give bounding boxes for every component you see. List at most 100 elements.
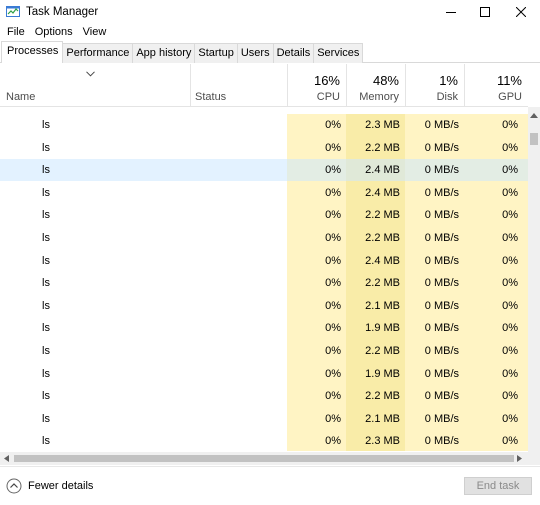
table-row[interactable]: ls 0% 2.4 MB 0 MB/s 0% — [0, 250, 528, 272]
menu-options[interactable]: Options — [30, 24, 78, 42]
process-name: ls — [42, 345, 50, 357]
process-gpu-value: 0% — [502, 299, 518, 312]
table-row[interactable]: ls 0% 2.4 MB 0 MB/s 0% — [0, 159, 528, 182]
tab-users[interactable]: Users — [236, 43, 274, 63]
process-name: ls — [42, 390, 50, 403]
tab-startup[interactable]: Startup — [194, 43, 238, 63]
table-row[interactable]: ls 0% 2.2 MB 0 MB/s 0% — [0, 340, 528, 362]
minimize-icon — [446, 12, 456, 13]
process-disk-value: 0 MB/s — [424, 299, 459, 312]
process-cpu-value: 0% — [325, 435, 341, 448]
process-cpu-value: 0% — [325, 119, 341, 131]
process-gpu-value: 0% — [502, 186, 518, 199]
column-header-cpu[interactable]: 16% CPU — [287, 64, 346, 107]
scroll-up-arrow-icon[interactable] — [530, 113, 538, 118]
menu-view[interactable]: View — [78, 24, 112, 42]
column-status-label: Status — [195, 91, 227, 103]
process-disk-value: 0 MB/s — [424, 254, 459, 267]
table-row[interactable]: ls 0% 2.2 MB 0 MB/s 0% — [0, 385, 528, 407]
process-gpu-value: 0% — [502, 412, 518, 425]
minimize-button[interactable] — [434, 0, 468, 24]
column-header-disk[interactable]: 1% Disk — [405, 64, 464, 107]
table-row[interactable]: ls 0% 1.9 MB 0 MB/s 0% — [0, 363, 528, 385]
footer: Fewer details End task — [0, 466, 540, 505]
column-disk-label: Disk — [436, 91, 458, 103]
process-cpu-value: 0% — [325, 232, 341, 244]
tab-performance[interactable]: Performance — [62, 43, 134, 63]
collapse-up-icon — [6, 478, 22, 494]
maximize-button[interactable] — [468, 0, 502, 24]
process-gpu-value: 0% — [502, 254, 518, 267]
process-disk-value: 0 MB/s — [424, 345, 459, 357]
table-row[interactable]: ls 0% 2.2 MB 0 MB/s 0% — [0, 204, 528, 226]
table-row[interactable]: ls 0% 2.2 MB 0 MB/s 0% — [0, 137, 528, 159]
column-header-gpu[interactable]: 11% GPU — [464, 64, 528, 107]
vertical-scrollbar[interactable] — [528, 107, 540, 452]
process-list: ls 0% 2.3 MB 0 MB/s 0% ls 0% 2.2 MB 0 MB/s 0% ls 0%… — [0, 114, 528, 451]
table-row[interactable]: ls 0% 2.3 MB 0 MB/s 0% — [0, 114, 528, 136]
process-memory-value: 2.4 MB — [365, 254, 400, 267]
process-memory-value: 2.4 MB — [365, 164, 400, 177]
process-memory-value: 2.2 MB — [365, 232, 400, 244]
process-cpu-value: 0% — [325, 299, 341, 312]
process-gpu-value: 0% — [502, 141, 518, 154]
process-name: ls — [42, 299, 50, 312]
tab-processes[interactable]: Processes — [1, 41, 64, 63]
process-memory-value: 1.9 MB — [365, 322, 400, 335]
menu-bar: File Options View — [0, 24, 540, 42]
process-disk-value: 0 MB/s — [424, 141, 459, 154]
process-memory-value: 2.3 MB — [365, 119, 400, 131]
process-disk-value: 0 MB/s — [424, 390, 459, 403]
process-name: ls — [42, 209, 50, 222]
scroll-left-arrow-icon[interactable] — [4, 455, 9, 462]
window-title: Task Manager — [26, 6, 99, 18]
fewer-details-button[interactable]: Fewer details — [6, 478, 93, 494]
table-row[interactable]: ls 0% 2.3 MB 0 MB/s 0% — [0, 430, 528, 451]
table-row[interactable]: ls 0% 2.2 MB 0 MB/s 0% — [0, 272, 528, 294]
process-memory-value: 2.3 MB — [365, 435, 400, 448]
menu-file[interactable]: File — [2, 24, 30, 42]
process-memory-value: 2.2 MB — [365, 141, 400, 154]
table-row[interactable]: ls 0% 2.1 MB 0 MB/s 0% — [0, 295, 528, 317]
process-disk-value: 0 MB/s — [424, 412, 459, 425]
process-name: ls — [42, 164, 50, 177]
table-row[interactable]: ls 0% 2.1 MB 0 MB/s 0% — [0, 408, 528, 430]
process-name: ls — [42, 141, 50, 154]
process-cpu-value: 0% — [325, 254, 341, 267]
horizontal-scroll-thumb[interactable] — [14, 455, 514, 462]
process-name: ls — [42, 435, 50, 448]
process-cpu-value: 0% — [325, 322, 341, 335]
process-memory-value: 2.2 MB — [365, 390, 400, 403]
process-name: ls — [42, 322, 50, 335]
tab-app-history[interactable]: App history — [132, 43, 196, 63]
vertical-scroll-thumb[interactable] — [530, 133, 538, 145]
process-disk-value: 0 MB/s — [424, 119, 459, 131]
process-gpu-value: 0% — [502, 367, 518, 380]
process-cpu-value: 0% — [325, 164, 341, 177]
process-disk-value: 0 MB/s — [424, 367, 459, 380]
tab-details[interactable]: Details — [272, 43, 315, 63]
process-gpu-value: 0% — [502, 119, 518, 131]
column-header-name[interactable]: Name — [0, 64, 190, 107]
table-row[interactable]: ls 0% 2.2 MB 0 MB/s 0% — [0, 227, 528, 249]
close-button[interactable] — [504, 0, 538, 24]
process-memory-value: 2.4 MB — [365, 186, 400, 199]
process-disk-value: 0 MB/s — [424, 322, 459, 335]
table-row[interactable]: ls 0% 1.9 MB 0 MB/s 0% — [0, 317, 528, 339]
process-disk-value: 0 MB/s — [424, 435, 459, 448]
scroll-right-arrow-icon[interactable] — [517, 455, 522, 462]
table-row[interactable]: ls 0% 2.4 MB 0 MB/s 0% — [0, 182, 528, 204]
process-disk-value: 0 MB/s — [424, 164, 459, 177]
column-header-memory[interactable]: 48% Memory — [346, 64, 405, 107]
column-header-status[interactable]: Status — [190, 64, 287, 107]
process-disk-value: 0 MB/s — [424, 277, 459, 290]
process-name: ls — [42, 367, 50, 380]
process-name: ls — [42, 119, 50, 131]
process-cpu-value: 0% — [325, 141, 341, 154]
column-cpu-label: CPU — [316, 91, 340, 103]
process-gpu-value: 0% — [502, 322, 518, 335]
tab-services[interactable]: Services — [313, 43, 364, 63]
end-task-button[interactable]: End task — [464, 477, 532, 495]
process-memory-value: 2.1 MB — [365, 412, 400, 425]
horizontal-scrollbar[interactable] — [0, 452, 528, 465]
